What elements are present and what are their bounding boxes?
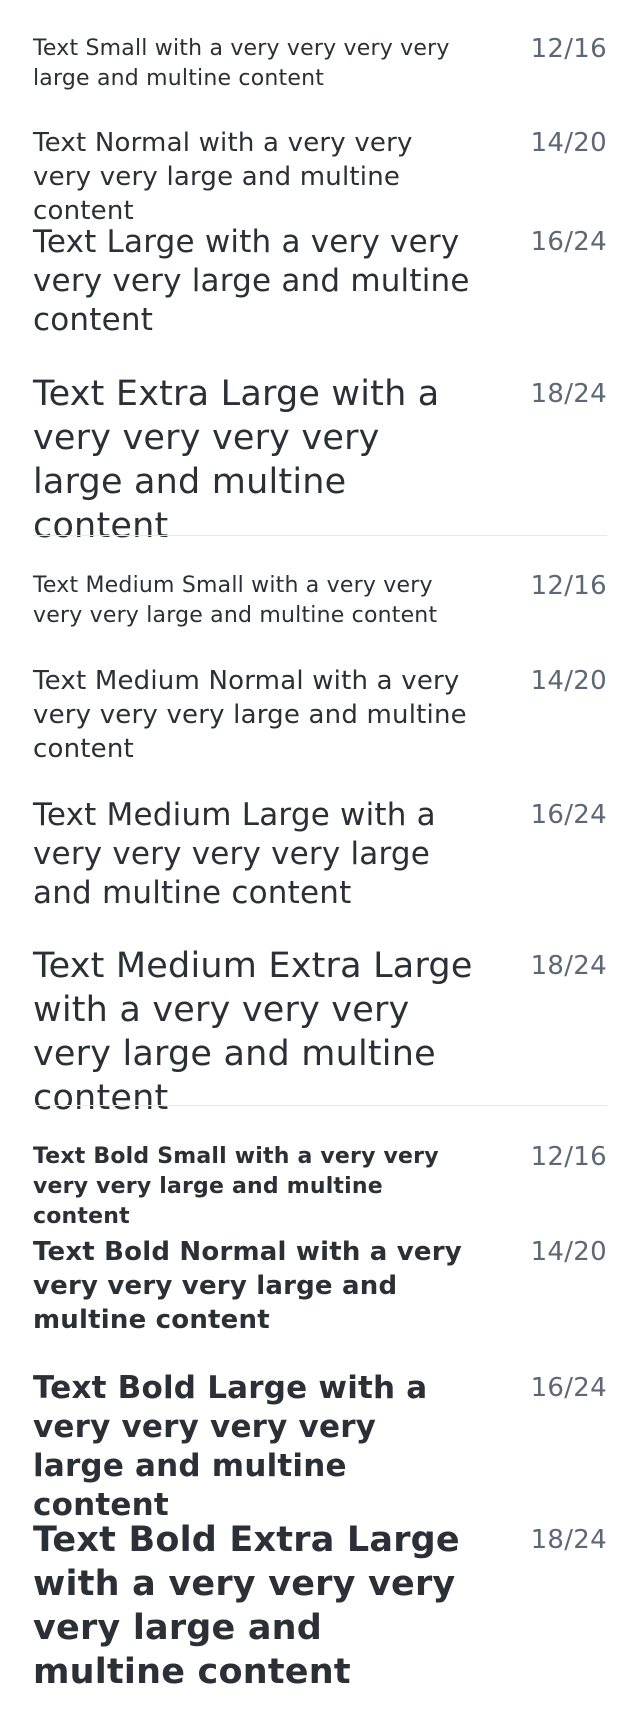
typography-showcase: Text Small with a very very very very la… — [0, 0, 640, 1714]
typography-sample-text: Text Normal with a very very very very l… — [33, 128, 413, 226]
typography-size-meta: 12/16 — [530, 34, 607, 64]
section-divider — [33, 535, 607, 536]
typography-size-meta: 16/24 — [530, 800, 607, 830]
typography-sample-text: Text Bold Large with a very very very ve… — [33, 1370, 428, 1523]
typography-sample-text: Text Medium Normal with a very very very… — [33, 666, 467, 764]
typography-sample-text: Text Large with a very very very very la… — [33, 224, 470, 338]
typography-row: Text Bold Normal with a very very very v… — [33, 1235, 607, 1345]
typography-sample-text: Text Medium Small with a very very very … — [33, 573, 438, 628]
typography-size-meta: 12/16 — [530, 571, 607, 601]
typography-size-meta: 18/24 — [530, 379, 607, 409]
typography-row: Text Normal with a very very very very l… — [33, 126, 607, 226]
typography-size-meta: 16/24 — [530, 227, 607, 257]
typography-row: Text Medium Small with a very very very … — [33, 571, 607, 633]
typography-sample-text: Text Medium Large with a very very very … — [33, 797, 436, 911]
typography-size-meta: 12/16 — [530, 1142, 607, 1172]
typography-size-meta: 18/24 — [530, 951, 607, 981]
typography-row: Text Medium Extra Large with a very very… — [33, 944, 607, 1118]
typography-sample-text: Text Small with a very very very very la… — [33, 36, 450, 91]
typography-sample-text: Text Medium Extra Large with a very very… — [33, 946, 473, 1118]
typography-sample-text: Text Extra Large with a very very very v… — [33, 374, 440, 546]
typography-size-meta: 16/24 — [530, 1373, 607, 1403]
typography-row: Text Bold Extra Large with a very very v… — [33, 1518, 607, 1692]
typography-row: Text Extra Large with a very very very v… — [33, 372, 607, 546]
typography-row: Text Bold Small with a very very very ve… — [33, 1142, 607, 1229]
typography-sample-text: Text Bold Normal with a very very very v… — [33, 1237, 462, 1335]
typography-size-meta: 18/24 — [530, 1525, 607, 1555]
typography-size-meta: 14/20 — [530, 128, 607, 158]
typography-row: Text Medium Large with a very very very … — [33, 796, 607, 922]
typography-row: Text Bold Large with a very very very ve… — [33, 1369, 607, 1523]
typography-row: Text Small with a very very very very la… — [33, 34, 607, 96]
section-divider — [33, 1105, 607, 1106]
typography-sample-text: Text Bold Extra Large with a very very v… — [33, 1520, 460, 1692]
typography-sample-text: Text Bold Small with a very very very ve… — [33, 1144, 439, 1229]
typography-size-meta: 14/20 — [530, 1237, 607, 1267]
typography-row: Text Large with a very very very very la… — [33, 223, 607, 349]
typography-size-meta: 14/20 — [530, 666, 607, 696]
typography-row: Text Medium Normal with a very very very… — [33, 664, 607, 774]
